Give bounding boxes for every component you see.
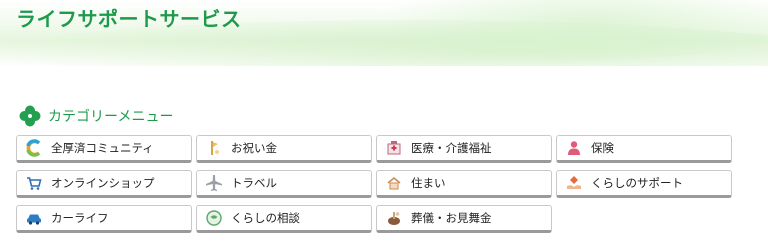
house-icon xyxy=(385,174,403,192)
category-heading-text: カテゴリーメニュー xyxy=(48,109,174,125)
support-hands-icon xyxy=(565,174,583,192)
category-menu: 全厚済コミュニティ お祝い金 医療・介護福祉 保険 オンラインショップ トラベル… xyxy=(16,135,732,233)
community-c-icon xyxy=(25,139,43,157)
category-label: 医療・介護福祉 xyxy=(411,141,492,155)
category-button-community[interactable]: 全厚済コミュニティ xyxy=(16,135,192,163)
category-label: くらしの相談 xyxy=(231,211,300,225)
category-button-online-shop[interactable]: オンラインショップ xyxy=(16,170,192,198)
category-label: 全厚済コミュニティ xyxy=(51,141,154,155)
category-button-funeral[interactable]: 葬儀・お見舞金 xyxy=(376,205,552,233)
category-label: お祝い金 xyxy=(231,141,277,155)
clover-icon xyxy=(19,105,41,127)
category-label: カーライフ xyxy=(51,211,109,225)
insurance-person-icon xyxy=(565,139,583,157)
category-button-life-support[interactable]: くらしのサポート xyxy=(556,170,732,198)
category-label: 葬儀・お見舞金 xyxy=(411,211,492,225)
category-button-car-life[interactable]: カーライフ xyxy=(16,205,192,233)
hospital-icon xyxy=(385,139,403,157)
celebration-icon xyxy=(205,139,223,157)
category-heading: カテゴリーメニュー xyxy=(18,104,173,128)
category-label: トラベル xyxy=(231,176,277,190)
category-button-travel[interactable]: トラベル xyxy=(196,170,372,198)
category-button-consultation[interactable]: くらしの相談 xyxy=(196,205,372,233)
airplane-icon xyxy=(205,174,223,192)
ceremony-icon xyxy=(385,209,403,227)
consultation-icon xyxy=(205,209,223,227)
category-button-insurance[interactable]: 保険 xyxy=(556,135,732,163)
category-label: くらしのサポート xyxy=(591,176,683,190)
category-label: 保険 xyxy=(591,141,614,155)
category-label: オンラインショップ xyxy=(51,176,155,190)
page-title: ライフサポートサービス xyxy=(16,7,242,31)
car-icon xyxy=(25,209,43,227)
category-label: 住まい xyxy=(411,176,446,190)
category-button-medical[interactable]: 医療・介護福祉 xyxy=(376,135,552,163)
shopping-cart-icon xyxy=(25,174,43,192)
header-banner: ライフサポートサービス xyxy=(0,0,768,66)
category-button-celebration[interactable]: お祝い金 xyxy=(196,135,372,163)
category-button-housing[interactable]: 住まい xyxy=(376,170,552,198)
